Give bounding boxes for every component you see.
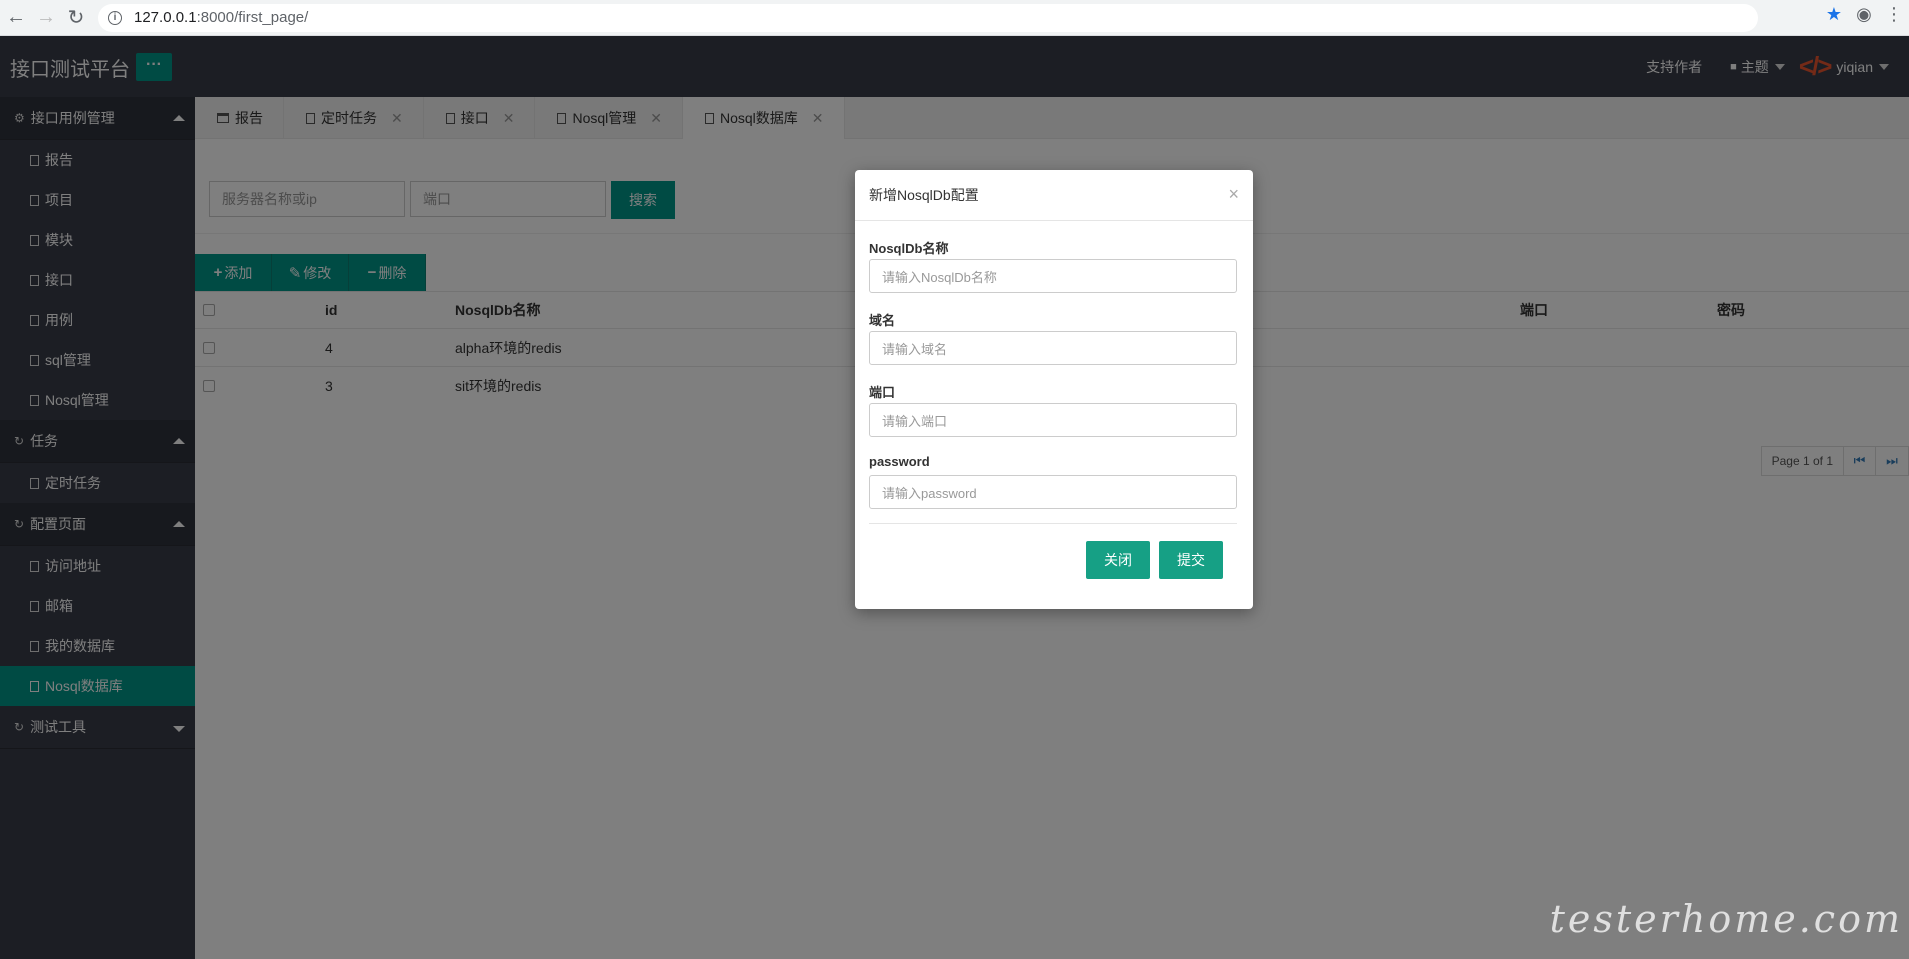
field-label: NosqlDb名称: [869, 241, 949, 256]
dialog-header: 新增NosqlDb配置 ×: [855, 170, 1253, 221]
url-host: 127.0.0.1: [134, 9, 197, 26]
chrome-menu-icon[interactable]: ⋮: [1879, 4, 1909, 25]
profile-icon[interactable]: ◉: [1849, 4, 1879, 25]
reload-icon[interactable]: ↻: [62, 4, 90, 32]
add-nosql-dialog: 新增NosqlDb配置 × NosqlDb名称 请输入NosqlDb名称 域名 …: [855, 170, 1253, 609]
password-input[interactable]: 请输入password: [869, 475, 1237, 509]
address-bar[interactable]: i 127.0.0.1:8000/first_page/: [98, 3, 1758, 32]
forward-icon[interactable]: →: [32, 4, 60, 32]
browser-toolbar: ← → ↻ i 127.0.0.1:8000/first_page/ ★ ◉ ⋮: [0, 0, 1909, 36]
field-label: password: [869, 454, 930, 469]
close-button[interactable]: 关闭: [1086, 541, 1150, 579]
site-info-icon[interactable]: i: [108, 10, 122, 25]
domain-input[interactable]: 请输入域名: [869, 331, 1237, 365]
dialog-footer: 关闭 提交: [1077, 541, 1223, 579]
back-icon[interactable]: ←: [2, 4, 30, 32]
nosql-name-input[interactable]: 请输入NosqlDb名称: [869, 259, 1237, 293]
field-label: 端口: [869, 385, 896, 400]
close-icon[interactable]: ×: [1228, 184, 1239, 205]
dialog-title: 新增NosqlDb配置: [869, 187, 979, 203]
url-path: :8000/first_page/: [196, 9, 309, 26]
dialog-body: NosqlDb名称 请输入NosqlDb名称 域名 请输入域名 端口 请输入端口…: [855, 238, 1253, 524]
watermark: testerhome.com: [1549, 897, 1903, 941]
submit-button[interactable]: 提交: [1159, 541, 1223, 579]
divider: [869, 523, 1237, 524]
field-label: 域名: [869, 313, 896, 328]
bookmark-star-icon[interactable]: ★: [1819, 4, 1849, 25]
port-input[interactable]: 请输入端口: [869, 403, 1237, 437]
